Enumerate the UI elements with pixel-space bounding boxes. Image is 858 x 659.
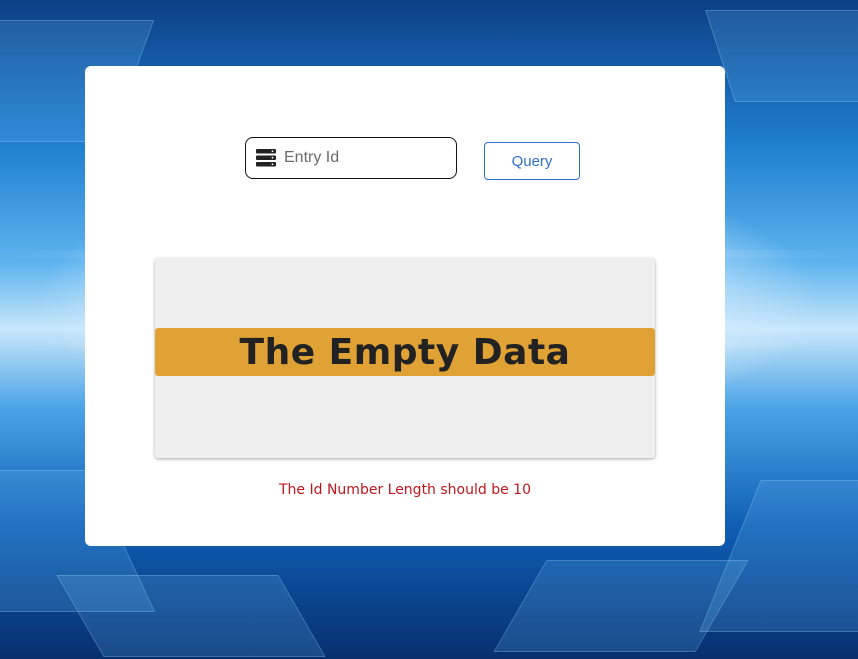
empty-data-text: The Empty Data	[239, 332, 571, 373]
database-icon	[256, 149, 276, 167]
empty-data-banner: The Empty Data	[155, 328, 655, 376]
background-panel	[705, 10, 858, 102]
result-panel: The Empty Data	[155, 258, 655, 458]
query-card: Query The Empty Data The Id Number Lengt…	[85, 66, 725, 546]
background-panel	[56, 575, 326, 657]
entry-id-input[interactable]	[284, 144, 449, 172]
validation-error-message: The Id Number Length should be 10	[279, 482, 531, 498]
background-panel	[493, 560, 749, 652]
query-button[interactable]: Query	[484, 142, 580, 180]
search-field[interactable]	[245, 137, 457, 179]
